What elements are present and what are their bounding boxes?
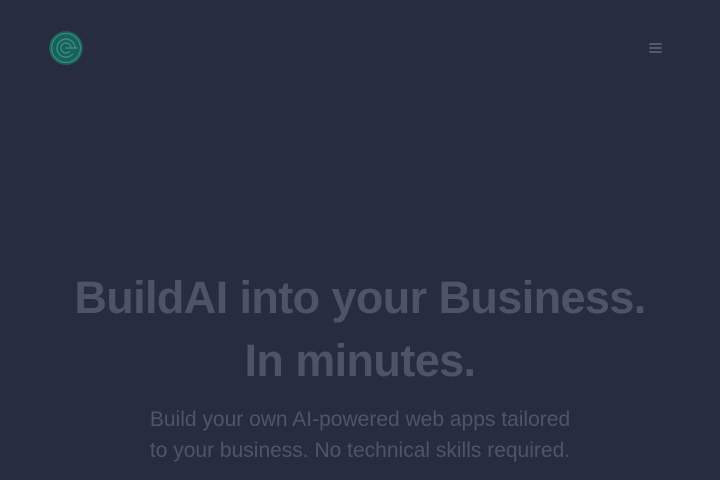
landing-page: BuildAI into your Business. In minutes. … — [0, 0, 720, 480]
hero-subtitle: Build your own AI-powered web apps tailo… — [0, 404, 720, 466]
hero-title: BuildAI into your Business. In minutes. — [0, 266, 720, 392]
hero-title-line-1: BuildAI into your Business. — [74, 272, 646, 323]
logo-icon[interactable] — [48, 30, 84, 66]
hero-title-line-2: In minutes. — [244, 335, 477, 386]
hero-subtitle-line-2: to your business. No technical skills re… — [149, 439, 571, 462]
menu-button[interactable] — [646, 38, 666, 58]
hero-subtitle-line-1: Build your own AI-powered web apps tailo… — [149, 408, 571, 431]
